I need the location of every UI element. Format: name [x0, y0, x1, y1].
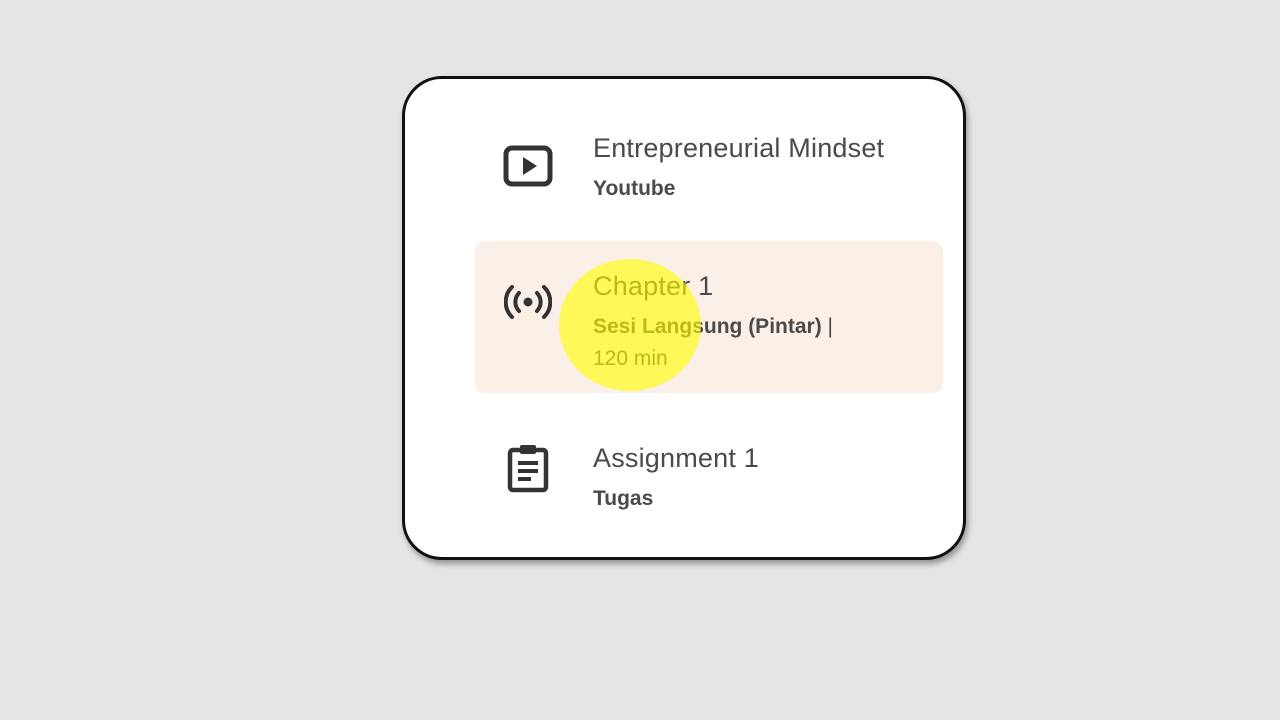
item-title: Entrepreneurial Mindset — [593, 133, 885, 163]
item-type: Sesi Langsung (Pintar) — [593, 315, 822, 338]
item-subtitle: Tugas — [593, 483, 893, 515]
list-item-chapter-1[interactable]: Chapter 1 Sesi Langsung (Pintar) | 120 m… — [475, 241, 943, 393]
item-title: Assignment 1 — [593, 443, 759, 473]
live-broadcast-icon — [503, 277, 553, 327]
item-type: Youtube — [593, 177, 676, 200]
play-video-icon — [503, 141, 553, 191]
list-item-entrepreneurial-mindset[interactable]: Entrepreneurial Mindset Youtube — [475, 119, 943, 229]
separator: | — [827, 315, 834, 338]
item-subtitle: Youtube — [593, 173, 893, 205]
clipboard-icon — [503, 443, 553, 493]
list-item-assignment-1[interactable]: Assignment 1 Tugas — [475, 429, 943, 539]
item-subtitle: Sesi Langsung (Pintar) | 120 min — [593, 311, 893, 375]
item-title: Chapter 1 — [593, 271, 714, 301]
lesson-list-card: Entrepreneurial Mindset Youtube Chapter … — [402, 76, 966, 560]
item-type: Tugas — [593, 487, 654, 510]
item-duration: 120 min — [593, 347, 668, 370]
